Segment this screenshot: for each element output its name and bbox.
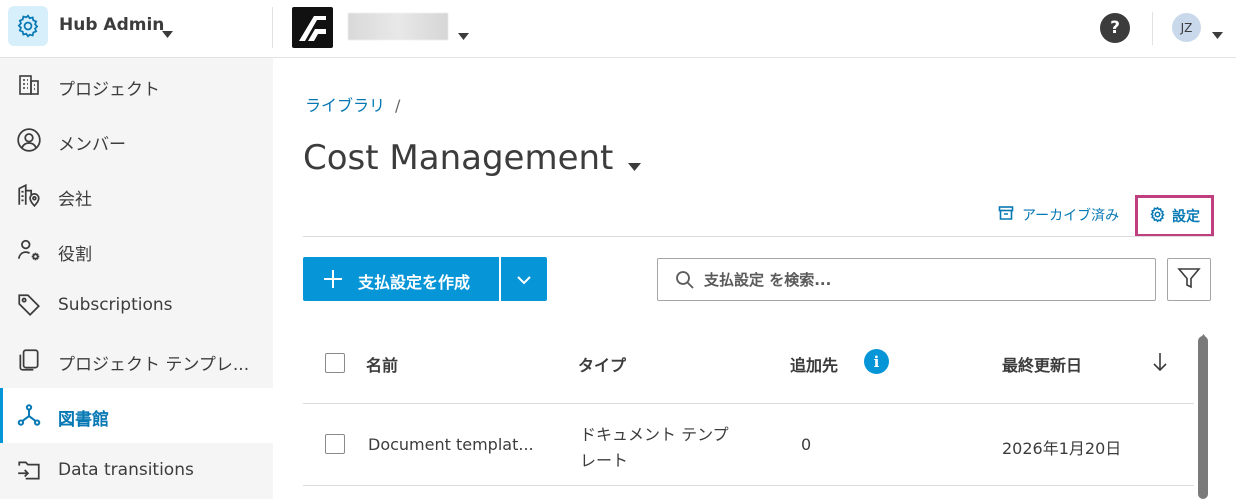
sidebar-item-members[interactable]: メンバー — [0, 113, 273, 168]
row-name[interactable]: Document templat... — [368, 435, 534, 454]
sidebar-item-data-transitions[interactable]: Data transitions — [0, 443, 273, 498]
breadcrumb: ライブラリ / — [305, 92, 400, 116]
chevron-down-icon — [517, 270, 531, 289]
sidebar-item-label: Subscriptions — [58, 295, 173, 315]
chevron-down-icon[interactable] — [1212, 24, 1223, 43]
sidebar: プロジェクト メンバー 会社 役割 Subscriptions プロジェクト テ… — [0, 58, 273, 499]
sidebar-item-projects[interactable]: プロジェクト — [0, 58, 273, 113]
archive-box-icon — [998, 205, 1014, 225]
search-field[interactable] — [657, 258, 1156, 301]
sidebar-item-label: メンバー — [58, 135, 126, 155]
row-added-to: 0 — [801, 435, 812, 454]
sidebar-item-label: Data transitions — [58, 460, 194, 480]
header-divider — [272, 7, 273, 48]
column-header-name[interactable]: 名前 — [366, 352, 398, 376]
create-options-dropdown[interactable] — [501, 257, 547, 301]
gear-icon[interactable] — [8, 6, 48, 46]
row-type-line1: ドキュメント テンプ — [580, 425, 729, 444]
create-button-label: 支払設定を作成 — [358, 273, 471, 292]
sidebar-item-label: 役割 — [58, 245, 92, 265]
top-header: Hub Admin ? JZ — [0, 0, 1236, 58]
select-all-checkbox[interactable] — [325, 353, 345, 373]
app-title[interactable]: Hub Admin — [59, 15, 164, 35]
user-circle-icon — [16, 127, 42, 153]
archived-link[interactable]: アーカイブ済み — [998, 205, 1119, 225]
row-divider — [303, 485, 1194, 486]
search-input[interactable] — [704, 268, 1144, 292]
filter-button[interactable] — [1167, 258, 1211, 301]
search-icon — [675, 270, 695, 294]
chevron-down-icon[interactable] — [458, 25, 469, 44]
archived-label: アーカイブ済み — [1022, 208, 1120, 224]
sidebar-item-subscriptions[interactable]: Subscriptions — [0, 278, 273, 333]
tag-icon — [16, 292, 42, 318]
project-name-redacted[interactable] — [348, 13, 448, 40]
info-icon[interactable]: i — [864, 349, 889, 374]
plus-icon — [323, 269, 343, 293]
row-checkbox[interactable] — [325, 434, 345, 454]
settings-button[interactable]: 設定 — [1135, 195, 1214, 237]
column-header-type[interactable]: タイプ — [578, 352, 626, 376]
folder-transfer-icon — [16, 457, 42, 483]
page-title[interactable]: Cost Management — [303, 138, 613, 178]
header-divider — [1152, 12, 1153, 45]
breadcrumb-link-library[interactable]: ライブラリ — [305, 96, 385, 115]
row-divider — [303, 403, 1194, 404]
company-location-icon — [16, 182, 42, 208]
brand-logo — [292, 7, 333, 48]
sidebar-item-library[interactable]: 図書館 — [0, 388, 273, 443]
create-payment-setting-button[interactable]: 支払設定を作成 — [303, 257, 499, 301]
avatar[interactable]: JZ — [1172, 13, 1201, 42]
sidebar-item-roles[interactable]: 役割 — [0, 223, 273, 278]
gear-icon — [1149, 206, 1166, 227]
vertical-scrollbar[interactable] — [1198, 336, 1208, 499]
column-header-added-to[interactable]: 追加先 — [790, 352, 838, 376]
chevron-down-icon[interactable] — [628, 156, 641, 175]
sidebar-item-label: 図書館 — [58, 410, 109, 430]
sidebar-item-label: 会社 — [58, 190, 92, 210]
sidebar-item-label: プロジェクト — [58, 80, 160, 100]
chevron-down-icon[interactable] — [162, 23, 173, 42]
row-last-updated: 2026年1月20日 — [1002, 439, 1122, 458]
toolbar-divider — [303, 236, 1214, 237]
copy-icon — [16, 347, 42, 373]
row-type-line2: レート — [580, 451, 629, 470]
user-gear-icon — [16, 237, 42, 263]
building-icon — [16, 72, 42, 98]
network-icon — [16, 402, 42, 428]
filter-icon — [1177, 266, 1201, 294]
breadcrumb-separator: / — [395, 96, 401, 115]
sidebar-item-project-templates[interactable]: プロジェクト テンプレ... — [0, 333, 273, 388]
column-header-last-updated[interactable]: 最終更新日 — [1002, 352, 1082, 376]
settings-label: 設定 — [1172, 209, 1200, 225]
help-button[interactable]: ? — [1100, 13, 1130, 43]
sidebar-item-companies[interactable]: 会社 — [0, 168, 273, 223]
sidebar-item-label: プロジェクト テンプレ... — [58, 355, 250, 375]
sort-descending-icon[interactable] — [1152, 352, 1168, 376]
